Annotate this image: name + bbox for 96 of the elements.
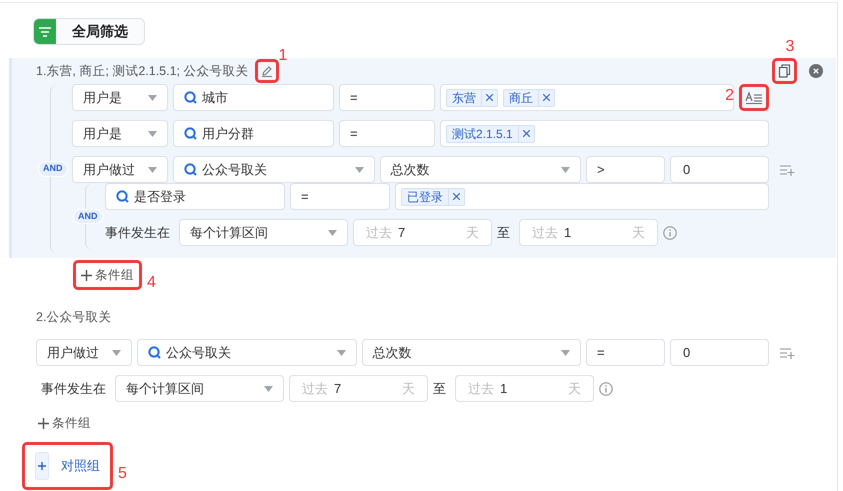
add-filter-icon	[779, 164, 795, 176]
info-icon	[663, 226, 677, 240]
days-input[interactable]: 过去 1 天	[455, 375, 594, 402]
subject-dropdown[interactable]: 用户做过	[36, 339, 132, 366]
joiner-label: 至	[433, 380, 446, 398]
value-input[interactable]: 0	[670, 339, 769, 366]
add-group-button[interactable]: 条件组	[79, 266, 136, 284]
search-icon	[184, 163, 197, 176]
pencil-icon	[260, 65, 272, 77]
operator-select[interactable]: =	[586, 339, 665, 366]
add-group-button[interactable]: 条件组	[36, 414, 93, 432]
event-dropdown[interactable]: 公众号取关	[173, 156, 374, 183]
close-button[interactable]	[809, 64, 823, 78]
caret-icon	[336, 350, 346, 356]
subject-dropdown[interactable]: 用户是	[72, 120, 168, 147]
caret-icon	[264, 386, 273, 392]
value-input[interactable]: 0	[670, 156, 769, 183]
input-value: 7	[398, 224, 406, 242]
range-dropdown[interactable]: 每个计算区间	[179, 219, 348, 246]
property-field[interactable]: 城市	[173, 84, 334, 111]
annotation-number: 4	[147, 275, 156, 291]
add-filter-button[interactable]	[779, 346, 795, 358]
annotation-number: 1	[278, 48, 288, 64]
close-icon	[543, 94, 550, 101]
input-prefix: 过去	[468, 380, 494, 398]
days-input[interactable]: 过去 7 天	[353, 219, 492, 246]
logic-badge[interactable]: AND	[38, 161, 68, 177]
operator-select[interactable]: =	[290, 183, 390, 210]
input-prefix: 过去	[366, 224, 392, 242]
caret-icon	[354, 166, 364, 172]
subject-dropdown[interactable]: 用户做过	[72, 156, 168, 183]
tag-label: 东营	[451, 90, 477, 106]
plus-icon	[38, 418, 49, 428]
unit-label: 天	[466, 224, 479, 242]
tag-label: 已登录	[406, 188, 444, 206]
tag-label: 测试2.1.5.1	[451, 126, 514, 142]
close-icon	[809, 64, 823, 78]
property-field[interactable]: 是否登录	[105, 183, 285, 210]
tag-label: 商丘	[508, 90, 534, 106]
unit-label: 天	[402, 380, 415, 398]
property-field[interactable]: 用户分群	[173, 120, 334, 147]
joiner-label: 至	[497, 224, 510, 242]
time-label: 事件发生在	[105, 224, 170, 242]
input-value: 1	[500, 380, 508, 398]
caret-icon	[328, 230, 337, 236]
days-input[interactable]: 过去 1 天	[519, 219, 658, 246]
logic-badge[interactable]: AND	[73, 208, 102, 224]
operator-select[interactable]: =	[339, 84, 435, 111]
search-icon	[184, 127, 197, 140]
filter-icon	[39, 26, 51, 36]
search-icon	[148, 346, 161, 359]
input-value: 1	[564, 224, 572, 242]
text-format-button[interactable]	[745, 90, 763, 105]
copy-icon	[778, 64, 791, 78]
tag-input[interactable]: 测试2.1.5.1	[440, 120, 769, 147]
input-prefix: 过去	[532, 224, 558, 242]
search-icon	[116, 190, 129, 203]
add-filter-icon	[779, 346, 795, 358]
info-icon	[599, 382, 613, 396]
caret-icon	[148, 94, 157, 100]
caret-icon	[148, 130, 157, 136]
annotation-number: 5	[118, 466, 127, 482]
copy-button[interactable]	[778, 64, 791, 78]
unit-label: 天	[568, 380, 581, 398]
caret-icon	[112, 350, 121, 356]
subject-dropdown[interactable]: 用户是	[72, 84, 168, 111]
annotation-number: 2	[725, 88, 734, 104]
group-title: 1.东营, 商丘; 测试2.1.5.1; 公众号取关	[36, 62, 248, 80]
caret-icon	[561, 166, 570, 172]
metric-dropdown[interactable]: 总次数	[380, 156, 581, 183]
days-input[interactable]: 过去 7 天	[289, 375, 428, 402]
search-icon	[184, 91, 197, 104]
close-icon	[486, 94, 493, 101]
metric-dropdown[interactable]: 总次数	[362, 339, 581, 366]
close-icon	[522, 130, 530, 137]
add-compare-button[interactable]: 对照组	[35, 452, 104, 480]
event-dropdown[interactable]: 公众号取关	[137, 339, 356, 366]
add-filter-button[interactable]	[779, 164, 795, 176]
tag-input[interactable]: 已登录	[395, 183, 769, 210]
unit-label: 天	[632, 224, 645, 242]
input-prefix: 过去	[302, 380, 328, 398]
time-label: 事件发生在	[41, 380, 106, 398]
operator-select[interactable]: =	[339, 120, 435, 147]
annotation-number: 3	[785, 39, 794, 55]
plus-icon	[38, 462, 46, 470]
close-icon	[453, 193, 460, 200]
caret-icon	[148, 166, 157, 172]
plus-icon	[81, 270, 92, 280]
input-value: 7	[334, 380, 342, 398]
caret-icon	[561, 350, 570, 356]
group-title: 2.公众号取关	[36, 308, 112, 326]
operator-select[interactable]: >	[586, 156, 665, 183]
edit-button[interactable]	[260, 65, 272, 77]
range-dropdown[interactable]: 每个计算区间	[115, 375, 284, 402]
global-filter-button[interactable]: 全局筛选	[33, 18, 145, 45]
text-format-icon	[745, 90, 763, 104]
